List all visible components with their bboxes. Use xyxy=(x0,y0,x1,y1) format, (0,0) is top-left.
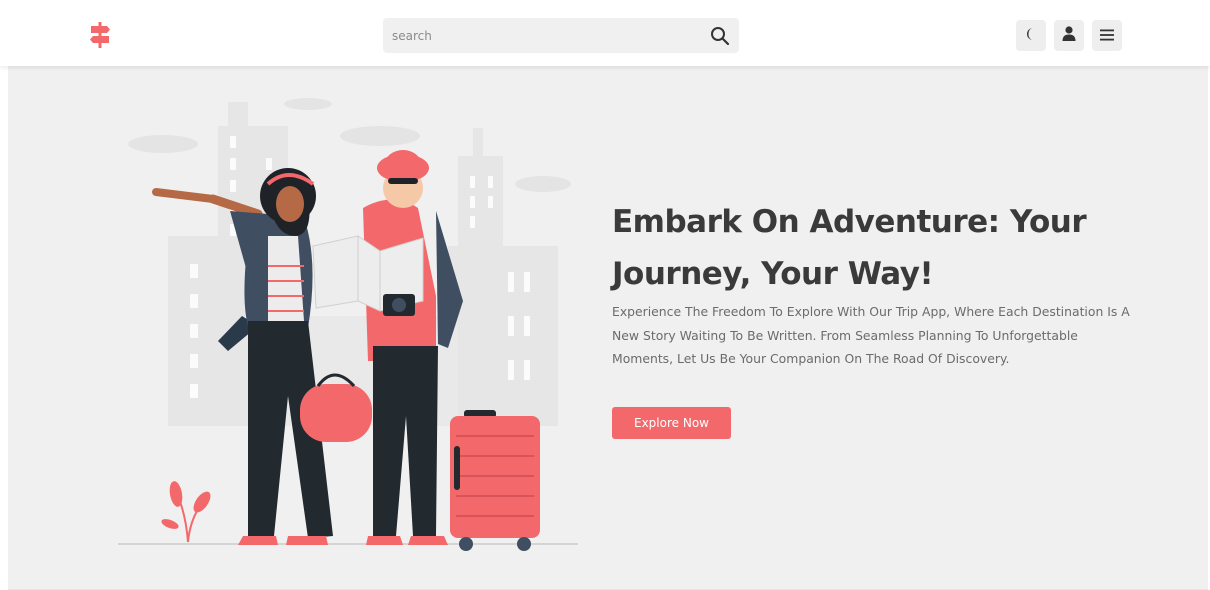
account-button[interactable] xyxy=(1054,20,1084,51)
hero-description: Experience The Freedom To Explore With O… xyxy=(612,304,1130,366)
search-icon[interactable] xyxy=(709,25,731,47)
search-input[interactable] xyxy=(383,18,698,53)
moon-icon xyxy=(1024,26,1038,45)
menu-button[interactable] xyxy=(1092,20,1122,51)
signpost-icon[interactable] xyxy=(88,22,112,48)
menu-icon xyxy=(1100,26,1114,45)
search-bar xyxy=(383,18,739,53)
navbar xyxy=(0,0,1210,66)
dark-mode-button[interactable] xyxy=(1016,20,1046,51)
hero-section: Embark On Adventure: Your Journey, Your … xyxy=(8,66,1208,590)
explore-now-button[interactable]: Explore Now xyxy=(612,407,731,439)
hero-title: Embark On Adventure: Your Journey, Your … xyxy=(612,204,1087,292)
travelers-illustration xyxy=(118,96,588,560)
user-icon xyxy=(1062,26,1076,45)
